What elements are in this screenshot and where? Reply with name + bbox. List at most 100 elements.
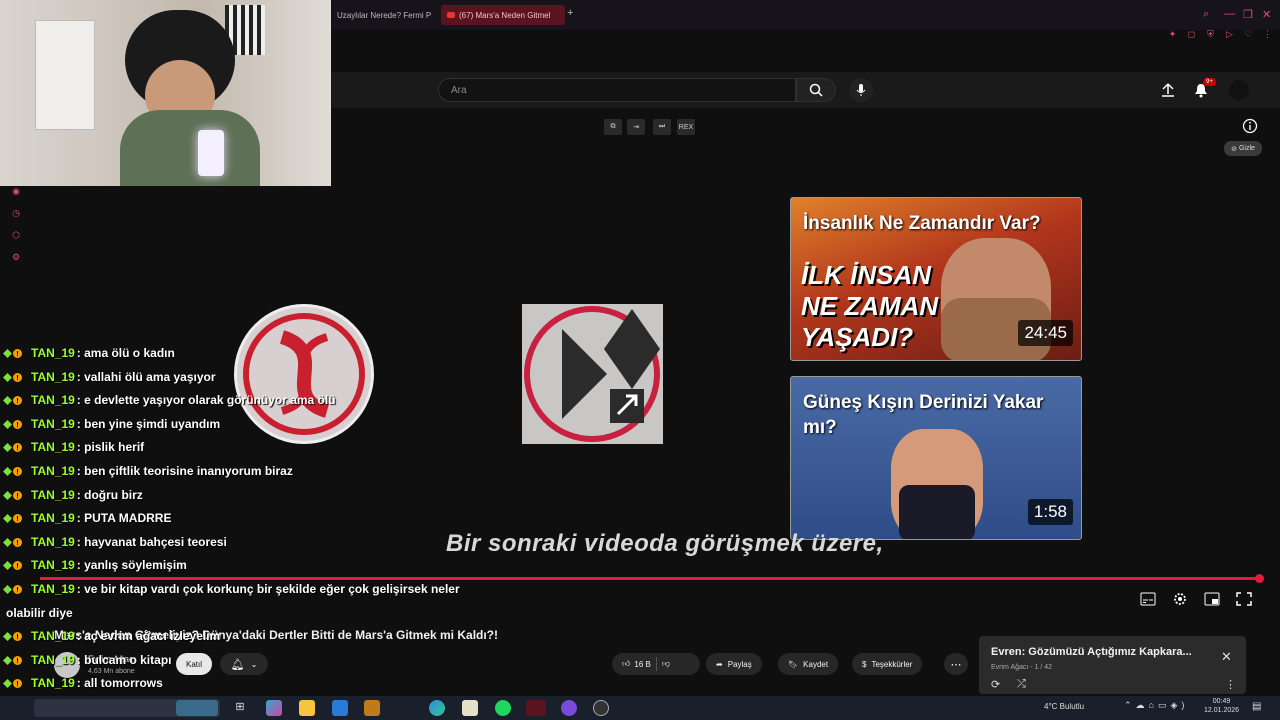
search-tabs-icon[interactable]: ⌕ — [1203, 8, 1209, 21]
sidebar-history-icon[interactable]: ◷ — [10, 208, 22, 220]
rex-button[interactable]: REX — [677, 119, 695, 135]
chat-text: : pislik herif — [76, 440, 145, 455]
chat-username[interactable]: TAN_19 — [31, 582, 75, 596]
webcam-overlay — [0, 0, 331, 186]
task-view-icon[interactable]: ⊞ — [232, 700, 248, 716]
moderator-badge-icon — [3, 347, 12, 358]
browser-toolbar: ✦ ◻ ⛨ ▷ ♡ ⋮ — [1168, 29, 1280, 45]
queue-menu-icon[interactable]: ⋮ — [1225, 678, 1236, 691]
exit-button[interactable]: ⇥ — [627, 119, 645, 135]
queue-subtitle: Evrim Ağacı - 1 / 42 — [991, 664, 1053, 671]
shuffle-icon[interactable]: ⤮ — [1017, 678, 1026, 691]
chat-username[interactable]: TAN_19 — [31, 511, 75, 525]
endscreen-title: Güneş Kışın Derinizi Yakar mı? — [803, 392, 1044, 438]
pin-icon[interactable]: ✦ — [1168, 29, 1177, 39]
miniplayer-icon[interactable] — [1204, 592, 1220, 606]
subscriber-count: 4,63 Mn abone — [88, 668, 135, 675]
chat-username[interactable]: TAN_19 — [31, 558, 75, 572]
obs-icon[interactable] — [593, 700, 609, 716]
taskbar-search-image — [176, 700, 218, 716]
sidebar-shorts-icon[interactable]: ⬡ — [10, 230, 22, 242]
endscreen-video-card[interactable]: Güneş Kışın Derinizi Yakar mı? 1:58 — [790, 376, 1082, 540]
vip-badge-icon — [13, 441, 22, 453]
save-label: Kaydet — [803, 659, 829, 669]
chat-username[interactable]: TAN_19 — [31, 440, 75, 454]
account-avatar[interactable] — [1229, 80, 1249, 100]
chat-username[interactable]: TAN_19 — [31, 653, 75, 667]
chat-username[interactable]: TAN_19 — [31, 629, 75, 643]
edge-icon[interactable] — [429, 700, 445, 716]
app-icon[interactable] — [364, 700, 380, 716]
chat-username[interactable]: TAN_19 — [31, 488, 75, 502]
screenshot-icon[interactable]: ◻ — [1187, 29, 1196, 39]
endscreen-video-card[interactable]: İnsanlık Ne Zamandır Var? İLK İNSAN NE Z… — [790, 197, 1082, 361]
subtitles-icon[interactable] — [1140, 592, 1156, 606]
popout-button[interactable]: ⧉ — [604, 119, 622, 135]
info-icon[interactable] — [1242, 118, 1258, 134]
divider — [655, 657, 657, 671]
caption-text: Bir sonraki videoda görüşmek üzere, — [446, 530, 884, 557]
opera-gx-icon[interactable] — [526, 700, 546, 716]
playlist-next-card[interactable] — [522, 304, 663, 444]
chat-message: TAN_19: PUTA MADRRE — [3, 511, 171, 525]
chat-message: TAN_19: yanlış söylemişim — [3, 558, 187, 572]
minimize-icon[interactable]: — — [1224, 8, 1235, 20]
progress-bar[interactable] — [40, 577, 1256, 580]
dislike-button[interactable]: 👎︎ — [662, 659, 670, 669]
chat-username[interactable]: TAN_19 — [31, 464, 75, 478]
weather-text[interactable]: 4°C Bulutlu — [1044, 702, 1084, 711]
search-button[interactable] — [796, 78, 836, 102]
chat-username[interactable]: TAN_19 — [31, 393, 75, 407]
clock[interactable]: 00:49 12.01.2026 — [1204, 697, 1239, 715]
subscription-bell-button[interactable]: 🔔︎ ⌄ — [220, 653, 268, 675]
chat-message: TAN_19: ve bir kitap vardı çok korkunç b… — [3, 582, 460, 596]
like-button[interactable]: 👍︎ 16 B — [622, 659, 651, 669]
chat-username[interactable]: TAN_19 — [31, 417, 75, 431]
browser-tab-active[interactable]: (67) Mars'a Neden Gitmel — [441, 5, 565, 25]
chat-message: olabilir diye — [4, 606, 73, 620]
chat-username[interactable]: TAN_19 — [31, 346, 75, 360]
progress-scrubber[interactable] — [1255, 574, 1264, 583]
loop-icon[interactable]: ⟳ — [991, 678, 1000, 691]
close-icon[interactable]: ✕ — [1221, 649, 1232, 665]
join-button[interactable]: Katıl — [176, 653, 212, 675]
tab-label: Uzaylılar Nerede? Fermi P — [337, 10, 431, 20]
search-input[interactable]: Ara — [438, 78, 796, 102]
menu-dots-icon[interactable]: ⋮ — [1263, 29, 1272, 39]
thanks-button[interactable]: $ Teşekkürler — [852, 653, 923, 675]
file-explorer-icon[interactable] — [299, 700, 315, 716]
settings-gear-icon[interactable] — [1172, 592, 1188, 606]
skip-button[interactable]: ⏭ — [653, 119, 671, 135]
outlook-icon[interactable] — [332, 700, 348, 716]
chat-message: TAN_19: all tomorrows — [3, 676, 163, 690]
chat-username[interactable]: TAN_19 — [31, 676, 75, 690]
hide-endscreen-button[interactable]: ⊘ Gizle — [1224, 141, 1262, 156]
notifications-icon[interactable]: ▤ — [1252, 701, 1261, 712]
like-count: 16 B — [634, 659, 651, 669]
copilot-icon[interactable] — [266, 700, 282, 716]
discord-icon[interactable] — [561, 700, 577, 716]
windows-taskbar: ⊞ 4°C Bulutlu ⌃☁⌂▭◈) 00:49 12.01.2026 ▤ — [0, 696, 1280, 720]
voice-search-button[interactable] — [849, 78, 873, 102]
play-icon[interactable]: ▷ — [1225, 29, 1234, 39]
browser-tab[interactable]: Uzaylılar Nerede? Fermi P — [331, 5, 431, 25]
share-button[interactable]: ➦ Paylaş — [706, 653, 762, 675]
upload-icon[interactable] — [1161, 82, 1175, 98]
sidebar-home-icon[interactable]: ◉ — [10, 186, 22, 198]
spotify-icon[interactable] — [495, 700, 511, 716]
store-icon[interactable] — [462, 700, 478, 716]
sidebar-settings-icon[interactable]: ⚙ — [10, 252, 22, 264]
shield-icon[interactable]: ⛨ — [1206, 29, 1215, 39]
chat-username[interactable]: TAN_19 — [31, 535, 75, 549]
maximize-icon[interactable]: ❐ — [1243, 8, 1253, 21]
chat-username[interactable]: TAN_19 — [31, 370, 75, 384]
more-actions-button[interactable]: ⋯ — [944, 653, 968, 675]
moderator-badge-icon — [3, 441, 12, 453]
close-window-icon[interactable]: ✕ — [1262, 8, 1271, 21]
new-tab-button[interactable]: + — [567, 7, 573, 19]
channel-subscribe-logo[interactable] — [234, 304, 374, 444]
heart-icon[interactable]: ♡ — [1244, 29, 1253, 39]
fullscreen-icon[interactable] — [1236, 592, 1252, 606]
save-button[interactable]: 🔖︎ Kaydet — [778, 653, 839, 675]
system-tray-icons[interactable]: ⌃☁⌂▭◈) — [1124, 700, 1188, 711]
